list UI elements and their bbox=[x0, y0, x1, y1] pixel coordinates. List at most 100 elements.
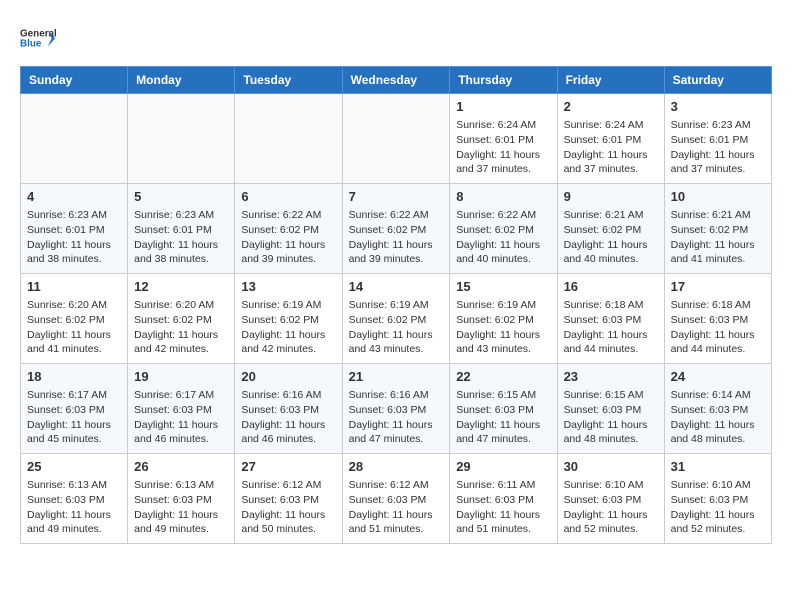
calendar-cell: 1Sunrise: 6:24 AMSunset: 6:01 PMDaylight… bbox=[450, 94, 557, 184]
day-info-line: Sunrise: 6:19 AM bbox=[241, 298, 335, 313]
day-info-line: Daylight: 11 hours and 37 minutes. bbox=[671, 148, 765, 177]
day-number: 15 bbox=[456, 278, 550, 296]
day-info-line: Sunset: 6:02 PM bbox=[456, 223, 550, 238]
day-info-line: Sunset: 6:03 PM bbox=[564, 403, 658, 418]
day-info-line: Sunset: 6:02 PM bbox=[456, 313, 550, 328]
day-info-line: Sunrise: 6:19 AM bbox=[456, 298, 550, 313]
calendar-cell: 8 Sunrise: 6:22 AMSunset: 6:02 PMDaylight… bbox=[450, 184, 557, 274]
day-info-line: Sunrise: 6:18 AM bbox=[564, 298, 658, 313]
page-header: GeneralBlue bbox=[20, 20, 772, 56]
day-info-line: Sunrise: 6:24 AM bbox=[564, 118, 658, 133]
day-number: 9 bbox=[564, 188, 658, 206]
day-number: 21 bbox=[349, 368, 444, 386]
day-info-line: Daylight: 11 hours and 47 minutes. bbox=[456, 418, 550, 447]
calendar-cell: 13Sunrise: 6:19 AMSunset: 6:02 PMDayligh… bbox=[235, 274, 342, 364]
day-info-line: Sunrise: 6:12 AM bbox=[349, 478, 444, 493]
calendar-cell: 6Sunrise: 6:22 AMSunset: 6:02 PMDaylight… bbox=[235, 184, 342, 274]
weekday-header-sunday: Sunday bbox=[21, 67, 128, 94]
day-info-line: Daylight: 11 hours and 39 minutes. bbox=[349, 238, 444, 267]
day-number: 28 bbox=[349, 458, 444, 476]
day-info-line: Sunrise: 6:23 AM bbox=[134, 208, 228, 223]
day-info-line: Sunrise: 6:21 AM bbox=[564, 208, 658, 223]
day-number: 26 bbox=[134, 458, 228, 476]
day-info-line: Sunrise: 6:21 AM bbox=[671, 208, 765, 223]
day-info-line: Sunrise: 6:11 AM bbox=[456, 478, 550, 493]
day-info-line: Daylight: 11 hours and 37 minutes. bbox=[456, 148, 550, 177]
day-info-line: Daylight: 11 hours and 42 minutes. bbox=[134, 328, 228, 357]
day-info-line: Daylight: 11 hours and 39 minutes. bbox=[241, 238, 335, 267]
calendar-table: SundayMondayTuesdayWednesdayThursdayFrid… bbox=[20, 66, 772, 544]
day-info-line: Sunset: 6:03 PM bbox=[564, 313, 658, 328]
day-number: 7 bbox=[349, 188, 444, 206]
day-info-line: Sunset: 6:03 PM bbox=[456, 493, 550, 508]
day-info-line: Sunset: 6:02 PM bbox=[349, 313, 444, 328]
calendar-cell bbox=[235, 94, 342, 184]
day-info-line: Sunset: 6:01 PM bbox=[456, 133, 550, 148]
day-info-line: Sunrise: 6:17 AM bbox=[134, 388, 228, 403]
day-info-line: Daylight: 11 hours and 44 minutes. bbox=[671, 328, 765, 357]
logo: GeneralBlue bbox=[20, 20, 56, 56]
day-number: 3 bbox=[671, 98, 765, 116]
logo-icon: GeneralBlue bbox=[20, 20, 56, 56]
day-info-line: Daylight: 11 hours and 38 minutes. bbox=[134, 238, 228, 267]
calendar-cell: 27Sunrise: 6:12 AMSunset: 6:03 PMDayligh… bbox=[235, 454, 342, 544]
day-number: 10 bbox=[671, 188, 765, 206]
day-info-line: Daylight: 11 hours and 46 minutes. bbox=[241, 418, 335, 447]
calendar-cell: 3Sunrise: 6:23 AMSunset: 6:01 PMDaylight… bbox=[664, 94, 771, 184]
day-number: 11 bbox=[27, 278, 121, 296]
day-number: 20 bbox=[241, 368, 335, 386]
day-info-line: Daylight: 11 hours and 43 minutes. bbox=[456, 328, 550, 357]
calendar-cell: 14Sunrise: 6:19 AMSunset: 6:02 PMDayligh… bbox=[342, 274, 450, 364]
weekday-header-tuesday: Tuesday bbox=[235, 67, 342, 94]
week-row-2: 4Sunrise: 6:23 AMSunset: 6:01 PMDaylight… bbox=[21, 184, 772, 274]
day-info-line: Daylight: 11 hours and 37 minutes. bbox=[564, 148, 658, 177]
calendar-cell: 18Sunrise: 6:17 AMSunset: 6:03 PMDayligh… bbox=[21, 364, 128, 454]
day-info-line: Sunrise: 6:20 AM bbox=[27, 298, 121, 313]
day-number: 8 bbox=[456, 188, 550, 206]
day-info-line: Sunrise: 6:13 AM bbox=[134, 478, 228, 493]
calendar-cell: 2Sunrise: 6:24 AMSunset: 6:01 PMDaylight… bbox=[557, 94, 664, 184]
calendar-cell: 5Sunrise: 6:23 AMSunset: 6:01 PMDaylight… bbox=[128, 184, 235, 274]
day-info-line: Sunset: 6:02 PM bbox=[671, 223, 765, 238]
day-info-line: Sunset: 6:02 PM bbox=[241, 313, 335, 328]
day-info-line: Sunset: 6:01 PM bbox=[671, 133, 765, 148]
day-info-line: Daylight: 11 hours and 49 minutes. bbox=[27, 508, 121, 537]
weekday-header-monday: Monday bbox=[128, 67, 235, 94]
calendar-cell: 10 Sunrise: 6:21 AMSunset: 6:02 PMDayligh… bbox=[664, 184, 771, 274]
day-info-line: Sunrise: 6:19 AM bbox=[349, 298, 444, 313]
day-info-line: Sunrise: 6:15 AM bbox=[564, 388, 658, 403]
day-info-line: Daylight: 11 hours and 46 minutes. bbox=[134, 418, 228, 447]
calendar-cell: 31Sunrise: 6:10 AMSunset: 6:03 PMDayligh… bbox=[664, 454, 771, 544]
calendar-cell: 30Sunrise: 6:10 AMSunset: 6:03 PMDayligh… bbox=[557, 454, 664, 544]
day-info-line: Sunrise: 6:22 AM bbox=[456, 208, 550, 223]
weekday-header-thursday: Thursday bbox=[450, 67, 557, 94]
calendar-cell: 23Sunrise: 6:15 AMSunset: 6:03 PMDayligh… bbox=[557, 364, 664, 454]
day-info-line: Sunset: 6:03 PM bbox=[349, 403, 444, 418]
day-number: 12 bbox=[134, 278, 228, 296]
day-info-line: Daylight: 11 hours and 38 minutes. bbox=[27, 238, 121, 267]
day-info-line: Sunset: 6:03 PM bbox=[27, 493, 121, 508]
day-number: 17 bbox=[671, 278, 765, 296]
day-number: 4 bbox=[27, 188, 121, 206]
day-info-line: Sunset: 6:03 PM bbox=[134, 493, 228, 508]
calendar-cell bbox=[342, 94, 450, 184]
day-info-line: Daylight: 11 hours and 41 minutes. bbox=[27, 328, 121, 357]
day-number: 2 bbox=[564, 98, 658, 116]
day-info-line: Daylight: 11 hours and 41 minutes. bbox=[671, 238, 765, 267]
day-info-line: Daylight: 11 hours and 40 minutes. bbox=[456, 238, 550, 267]
day-number: 30 bbox=[564, 458, 658, 476]
day-info-line: Daylight: 11 hours and 43 minutes. bbox=[349, 328, 444, 357]
day-info-line: Daylight: 11 hours and 44 minutes. bbox=[564, 328, 658, 357]
day-info-line: Sunset: 6:02 PM bbox=[27, 313, 121, 328]
calendar-cell: 22Sunrise: 6:15 AMSunset: 6:03 PMDayligh… bbox=[450, 364, 557, 454]
day-info-line: Sunset: 6:03 PM bbox=[27, 403, 121, 418]
day-info-line: Sunrise: 6:17 AM bbox=[27, 388, 121, 403]
day-info-line: Daylight: 11 hours and 52 minutes. bbox=[671, 508, 765, 537]
day-info-line: Sunset: 6:03 PM bbox=[564, 493, 658, 508]
calendar-cell: 11 Sunrise: 6:20 AMSunset: 6:02 PMDayligh… bbox=[21, 274, 128, 364]
calendar-cell: 19Sunrise: 6:17 AMSunset: 6:03 PMDayligh… bbox=[128, 364, 235, 454]
calendar-cell: 29Sunrise: 6:11 AMSunset: 6:03 PMDayligh… bbox=[450, 454, 557, 544]
week-row-1: 1Sunrise: 6:24 AMSunset: 6:01 PMDaylight… bbox=[21, 94, 772, 184]
day-number: 24 bbox=[671, 368, 765, 386]
calendar-cell bbox=[21, 94, 128, 184]
